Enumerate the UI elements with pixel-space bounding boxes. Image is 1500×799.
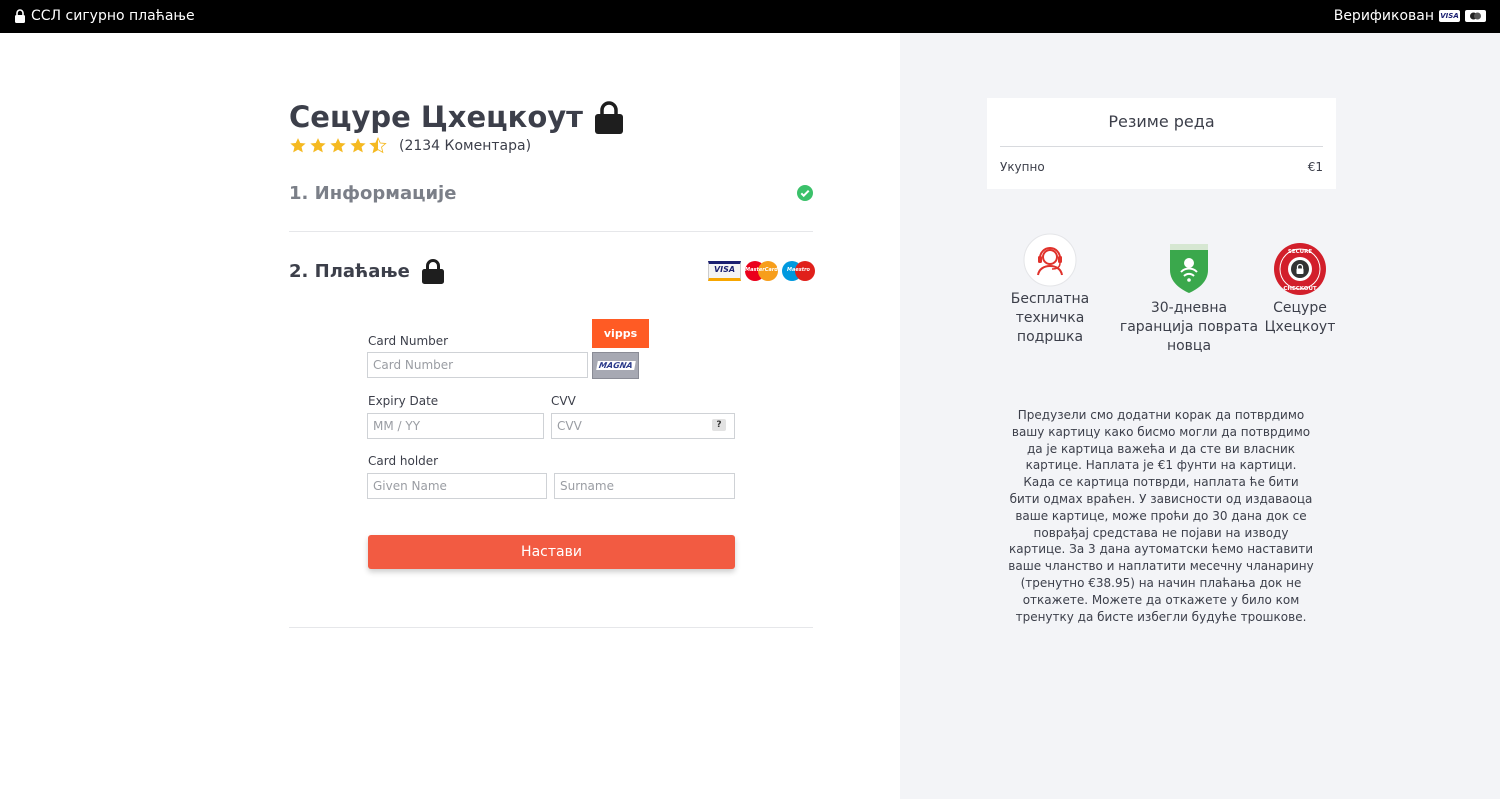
cvv-input[interactable]: CVV [557, 419, 582, 433]
lock-icon [421, 259, 444, 284]
step-information[interactable]: 1. Информације [289, 183, 456, 204]
visa-logo: VISA [708, 261, 741, 281]
vipps-button[interactable]: vipps [592, 319, 649, 348]
cvv-label: CVV [551, 394, 576, 408]
badge-top-text: SECURE [1288, 249, 1312, 255]
accepted-cards: VISA MasterCard Maestro [708, 261, 815, 281]
feature-secure-checkout: Сецуре Цхецкоут [1264, 300, 1336, 335]
star-icon [310, 138, 326, 153]
maestro-logo: Maestro [782, 261, 815, 281]
divider [1000, 146, 1323, 147]
mastercard-mini-logo [1465, 10, 1486, 22]
rating-count: (2134 Коментара) [399, 137, 532, 154]
top-bar: ССЛ сигурно плаћање Верификован VISA [0, 0, 1500, 33]
total-value: €1 [1307, 160, 1323, 174]
card-number-input[interactable]: Card Number [367, 352, 588, 378]
secure-checkout-badge-icon: SECURE CHECKOUT [1274, 243, 1326, 295]
order-summary: Резиме реда Укупно €1 [987, 98, 1336, 189]
half-star-icon [369, 137, 387, 154]
magna-logo: MAGNA [595, 361, 636, 370]
step-payment-label: 2. Плаћање [289, 260, 410, 282]
divider [289, 231, 813, 232]
cvv-help-icon[interactable]: ? [712, 419, 726, 431]
shield-icon [1170, 244, 1208, 293]
star-icon [350, 138, 366, 153]
mastercard-logo-text: MasterCard [745, 267, 778, 273]
divider [289, 627, 813, 628]
support-headset-icon [1023, 233, 1077, 287]
maestro-logo-text: Maestro [786, 267, 810, 273]
expiry-label: Expiry Date [368, 394, 439, 408]
magna-button[interactable]: MAGNA [592, 352, 639, 379]
page-title: Сецуре Цхецкоут [289, 100, 623, 134]
star-icon [330, 138, 346, 153]
ssl-text: ССЛ сигурно плаћање [31, 8, 195, 24]
card-number-label: Card Number [368, 334, 449, 348]
badge-bottom-text: CHECKOUT [1283, 286, 1317, 292]
continue-button[interactable]: Настави [368, 535, 735, 569]
total-label: Укупно [1000, 160, 1045, 174]
feature-support: Бесплатна техничка подршка [1010, 291, 1090, 345]
ssl-notice: ССЛ сигурно плаћање [14, 8, 195, 24]
disclaimer-text: Предузели смо додатни корак да потврдимо… [1008, 408, 1314, 624]
feature-guarantee: 30-дневна гаранција поврата новца [1119, 300, 1259, 354]
mastercard-logo: MasterCard [745, 261, 778, 281]
order-summary-title: Резиме реда [1108, 112, 1215, 131]
visa-mini-logo: VISA [1439, 10, 1460, 22]
surname-input[interactable]: Surname [554, 473, 735, 499]
step-payment: 2. Плаћање [289, 258, 444, 284]
verified-notice: Верификован VISA [1334, 8, 1486, 24]
check-circle-icon [797, 185, 813, 201]
expiry-input[interactable]: MM / YY [367, 413, 544, 439]
page-title-text: Сецуре Цхецкоут [289, 100, 583, 134]
cvv-field[interactable]: CVV ? [551, 413, 735, 439]
lock-icon [594, 101, 623, 134]
lock-icon [15, 9, 25, 23]
rating: (2134 Коментара) [289, 137, 531, 154]
card-holder-label: Card holder [368, 454, 439, 468]
star-icon [290, 138, 306, 153]
verified-text: Верификован [1333, 8, 1434, 24]
given-name-input[interactable]: Given Name [367, 473, 547, 499]
